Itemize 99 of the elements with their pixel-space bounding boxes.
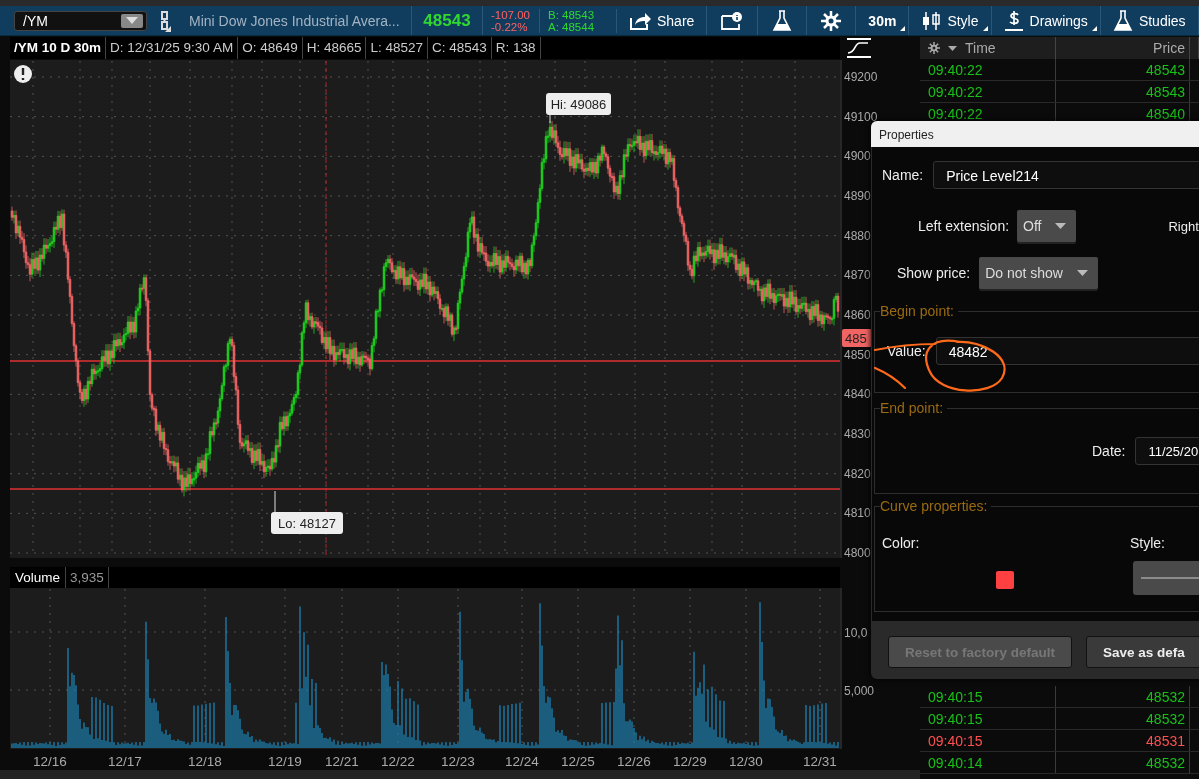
date-axis-label: 12/17 [108, 754, 142, 769]
bar-data-field: C: 48543 [428, 37, 492, 59]
bar-data-field: D: 12/31/25 9:30 AM [106, 37, 239, 59]
value-field[interactable]: 48482 [935, 337, 1199, 365]
price-axis-label: 4820 [844, 466, 871, 481]
price-axis-label: 4800 [844, 546, 871, 561]
caret-icon [1055, 223, 1067, 229]
trade-time: 09:40:22 [920, 81, 1056, 102]
line-style-icon [1141, 577, 1199, 579]
caret-icon [126, 17, 138, 24]
left-extension-dropdown[interactable]: Off [1017, 210, 1077, 242]
line-style-dropdown[interactable] [1133, 561, 1199, 595]
trade-price: 48532 [1056, 708, 1190, 729]
bar-data-field: H: 48665 [302, 37, 367, 59]
field-label: Value: [887, 343, 926, 359]
ask-price: A: 48544 [548, 20, 596, 33]
trade-price: 48531 [1056, 730, 1190, 751]
alert-icon[interactable] [14, 65, 32, 83]
color-swatch[interactable] [996, 571, 1014, 589]
price-axis-label: 4870 [844, 268, 871, 283]
date-axis-label: 12/31 [803, 754, 837, 769]
trade-time: 09:40:15 [920, 708, 1056, 729]
link-icon[interactable] [159, 9, 171, 32]
date-axis-label: 12/22 [381, 754, 415, 769]
caret-icon[interactable] [948, 45, 957, 51]
candlestick-icon [921, 10, 942, 31]
trade-price: 48543 [1056, 81, 1190, 102]
field-label: Name: [882, 167, 924, 183]
field-label: Date: [1092, 443, 1126, 459]
trade-price: 48532 [1056, 752, 1190, 773]
date-axis-label: 12/16 [33, 754, 67, 769]
date-axis-label: 12/19 [268, 754, 302, 769]
flask-icon [772, 9, 793, 32]
group-legend: End point: [880, 400, 948, 416]
settings-icon [821, 10, 842, 31]
column-header[interactable]: Time [965, 40, 996, 56]
price-axis-label: 4840 [844, 387, 871, 402]
date-axis-label: 12/25 [561, 754, 595, 769]
field-label: Right [1168, 218, 1199, 234]
price-axis-label: 4850 [844, 347, 871, 362]
flask-icon [1112, 9, 1133, 32]
field-label: Left extension: [918, 218, 1010, 234]
price-axis-label: 4810 [844, 506, 871, 521]
price-axis-label: 4830 [844, 427, 871, 442]
trade-time: 09:40:22 [920, 59, 1056, 80]
bid-price: B: 48543 [548, 8, 596, 21]
price-axis-label: 49100 [844, 109, 878, 124]
curve-icon[interactable] [846, 38, 872, 58]
volume-axis-label: 10,0 [844, 626, 868, 640]
price-axis-label: 49200 [844, 70, 878, 84]
date-axis-label: 12/21 [325, 754, 359, 769]
dollar-icon [1003, 9, 1024, 32]
column-header[interactable]: Price [1153, 40, 1185, 56]
bar-data-field: O: 48649 [238, 37, 303, 59]
high-label: Hi: 49086 [546, 93, 611, 115]
field-label: Color: [882, 535, 921, 551]
bar-data-field: L: 48527 [366, 37, 429, 59]
date-field[interactable]: 11/25/20 [1135, 437, 1199, 465]
group-legend: Begin point: [880, 303, 958, 319]
trade-time: 09:40:15 [920, 730, 1056, 751]
field-label: Show price: [897, 265, 971, 281]
share-button[interactable]: Share [617, 6, 708, 35]
percent-change: -0.22% [491, 20, 529, 33]
price-tag: 485 [842, 329, 872, 347]
price-axis-label: 4890 [844, 189, 871, 203]
symbol-dropdown[interactable]: /YM [14, 10, 147, 31]
chart-title: /YM 10 D 30m [10, 37, 107, 59]
price-axis-label: 4900 [844, 149, 871, 164]
trade-price: 48543 [1056, 59, 1190, 80]
last-price: 48543 [411, 6, 483, 35]
trade-price: 48532 [1056, 686, 1190, 707]
net-change: -107.00 [491, 8, 531, 21]
date-axis-label: 12/18 [188, 754, 222, 769]
volume-axis-label: 5,000 [844, 684, 875, 698]
date-axis-label: 12/24 [505, 754, 539, 769]
price-axis-label: 4860 [844, 308, 871, 322]
field-label: Style: [1130, 535, 1166, 551]
date-axis-label: 12/29 [673, 754, 707, 769]
name-field[interactable]: Price Level214 [933, 161, 1199, 189]
caret-icon [1077, 270, 1088, 276]
info-card-icon [721, 11, 744, 30]
group-legend: Curve properties: [880, 498, 992, 514]
style-button[interactable]: Style [909, 6, 992, 35]
date-axis-label: 12/26 [617, 754, 651, 769]
price-axis-label: 4880 [844, 228, 871, 243]
instrument-description: Mini Dow Jones Industrial Avera... [189, 12, 401, 29]
save-default-button[interactable]: Save as defa [1086, 636, 1199, 668]
show-price-dropdown[interactable]: Do not show [979, 257, 1098, 289]
trade-time: 09:40:15 [920, 686, 1056, 707]
bar-data-field: R: 138 [491, 37, 541, 59]
share-icon [629, 11, 651, 30]
date-axis-label: 12/23 [441, 754, 475, 769]
low-label: Lo: 48127 [271, 512, 343, 534]
studies-button[interactable]: Studies [1100, 6, 1199, 35]
settings-icon[interactable] [928, 42, 940, 54]
dialog-title: Properties [871, 121, 1199, 147]
timeframe-button[interactable]: 30m [856, 6, 910, 35]
date-axis-label: 12/30 [729, 754, 763, 769]
drawings-button[interactable]: Drawings [991, 6, 1101, 35]
